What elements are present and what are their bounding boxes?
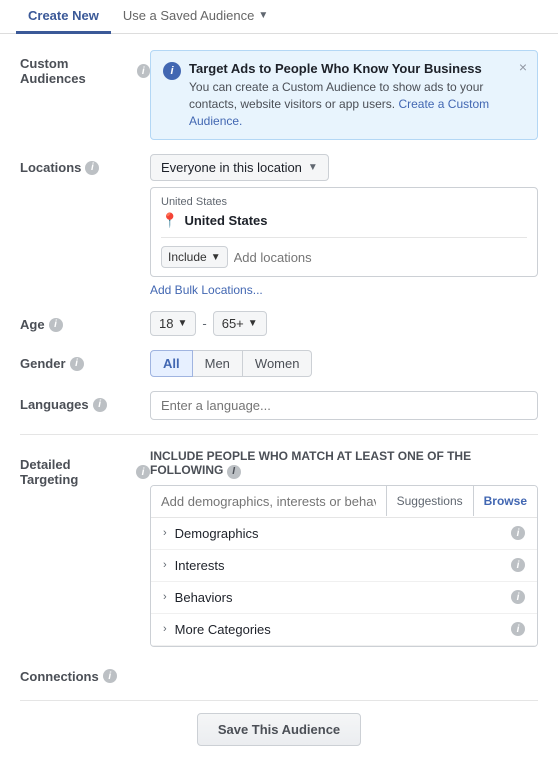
gender-buttons: All Men Women xyxy=(150,350,538,377)
tab-use-saved[interactable]: Use a Saved Audience ▼ xyxy=(111,0,280,34)
custom-audiences-row: Custom Audiences i i Target Ads to Peopl… xyxy=(20,50,538,140)
locations-row: Locations i Everyone in this location ▼ … xyxy=(20,154,538,297)
custom-audiences-control: i Target Ads to People Who Know Your Bus… xyxy=(150,50,538,140)
category-interests[interactable]: › Interests i xyxy=(151,550,537,582)
add-locations-input[interactable] xyxy=(234,250,527,265)
connections-row: Connections i xyxy=(20,661,538,684)
behaviors-arrow-icon: › xyxy=(163,591,167,603)
save-audience-button[interactable]: Save This Audience xyxy=(197,713,361,746)
gender-label: Gender i xyxy=(20,350,150,371)
info-box-icon: i xyxy=(163,62,181,80)
locations-info-icon[interactable]: i xyxy=(85,161,99,175)
language-input[interactable] xyxy=(150,391,538,420)
browse-button[interactable]: Browse xyxy=(474,486,537,516)
gender-info-icon[interactable]: i xyxy=(70,357,84,371)
tab-bar: Create New Use a Saved Audience ▼ xyxy=(0,0,558,34)
detailed-targeting-info-icon[interactable]: i xyxy=(136,465,150,479)
interests-info-icon[interactable]: i xyxy=(511,558,525,572)
info-box-content: Target Ads to People Who Know Your Busin… xyxy=(189,61,525,129)
tab-create-new[interactable]: Create New xyxy=(16,0,111,34)
languages-control xyxy=(150,391,538,420)
detailed-targeting-row: Detailed Targeting i INCLUDE people who … xyxy=(20,449,538,647)
behaviors-info-icon[interactable]: i xyxy=(511,590,525,604)
more-info-icon[interactable]: i xyxy=(511,622,525,636)
languages-row: Languages i xyxy=(20,391,538,420)
main-content: Custom Audiences i i Target Ads to Peopl… xyxy=(0,34,558,762)
location-dropdown-arrow: ▼ xyxy=(308,162,318,173)
add-bulk-locations-link[interactable]: Add Bulk Locations... xyxy=(150,283,263,297)
custom-audiences-label: Custom Audiences i xyxy=(20,50,150,86)
category-demographics[interactable]: › Demographics i xyxy=(151,518,537,550)
age-separator: - xyxy=(202,316,206,331)
languages-info-icon[interactable]: i xyxy=(93,398,107,412)
age-row: Age i 18 ▼ - 65+ ▼ xyxy=(20,311,538,336)
gender-women-button[interactable]: Women xyxy=(243,350,313,377)
location-box: United States 📍 United States Include ▼ xyxy=(150,187,538,277)
gender-control: All Men Women xyxy=(150,350,538,377)
age-to-select[interactable]: 65+ ▼ xyxy=(213,311,267,336)
chevron-down-icon: ▼ xyxy=(258,10,268,21)
info-box-close-button[interactable]: × xyxy=(519,59,527,75)
location-type-dropdown[interactable]: Everyone in this location ▼ xyxy=(150,154,329,181)
locations-control: Everyone in this location ▼ United State… xyxy=(150,154,538,297)
category-behaviors[interactable]: › Behaviors i xyxy=(151,582,537,614)
category-list: › Demographics i › Interests i xyxy=(151,517,537,646)
targeting-search-input[interactable] xyxy=(151,486,386,517)
languages-label: Languages i xyxy=(20,391,150,412)
age-to-arrow: ▼ xyxy=(248,318,258,329)
locations-label: Locations i xyxy=(20,154,150,175)
location-selected-item: 📍 United States xyxy=(161,212,527,229)
detailed-targeting-control: INCLUDE people who match at least ONE of… xyxy=(150,449,538,647)
age-control: 18 ▼ - 65+ ▼ xyxy=(150,311,538,336)
info-box-body: You can create a Custom Audience to show… xyxy=(189,79,525,129)
age-from-arrow: ▼ xyxy=(177,318,187,329)
connections-label: Connections i xyxy=(20,661,150,684)
category-more[interactable]: › More Categories i xyxy=(151,614,537,646)
demographics-arrow-icon: › xyxy=(163,527,167,539)
gender-men-button[interactable]: Men xyxy=(193,350,243,377)
location-pin-icon: 📍 xyxy=(161,212,178,229)
location-country-header: United States xyxy=(161,196,527,208)
interests-arrow-icon: › xyxy=(163,559,167,571)
custom-audiences-info-icon[interactable]: i xyxy=(137,64,150,78)
age-label: Age i xyxy=(20,311,150,332)
demographics-info-icon[interactable]: i xyxy=(511,526,525,540)
custom-audiences-info-box: i Target Ads to People Who Know Your Bus… xyxy=(150,50,538,140)
more-arrow-icon: › xyxy=(163,623,167,635)
targeting-description: INCLUDE people who match at least ONE of… xyxy=(150,449,538,479)
location-include-row: Include ▼ xyxy=(161,237,527,268)
detailed-targeting-label: Detailed Targeting i xyxy=(20,449,150,487)
location-include-select[interactable]: Include ▼ xyxy=(161,246,228,268)
include-arrow-icon: ▼ xyxy=(211,252,221,263)
age-from-select[interactable]: 18 ▼ xyxy=(150,311,196,336)
connections-info-icon[interactable]: i xyxy=(103,669,117,683)
suggestions-button[interactable]: Suggestions xyxy=(387,486,473,516)
gender-row: Gender i All Men Women xyxy=(20,350,538,377)
targeting-search-box: Suggestions Browse › Demographics i xyxy=(150,485,538,647)
section-divider xyxy=(20,434,538,435)
gender-all-button[interactable]: All xyxy=(150,350,193,377)
save-section: Save This Audience xyxy=(20,700,538,746)
targeting-desc-info-icon[interactable]: i xyxy=(227,465,241,479)
age-info-icon[interactable]: i xyxy=(49,318,63,332)
